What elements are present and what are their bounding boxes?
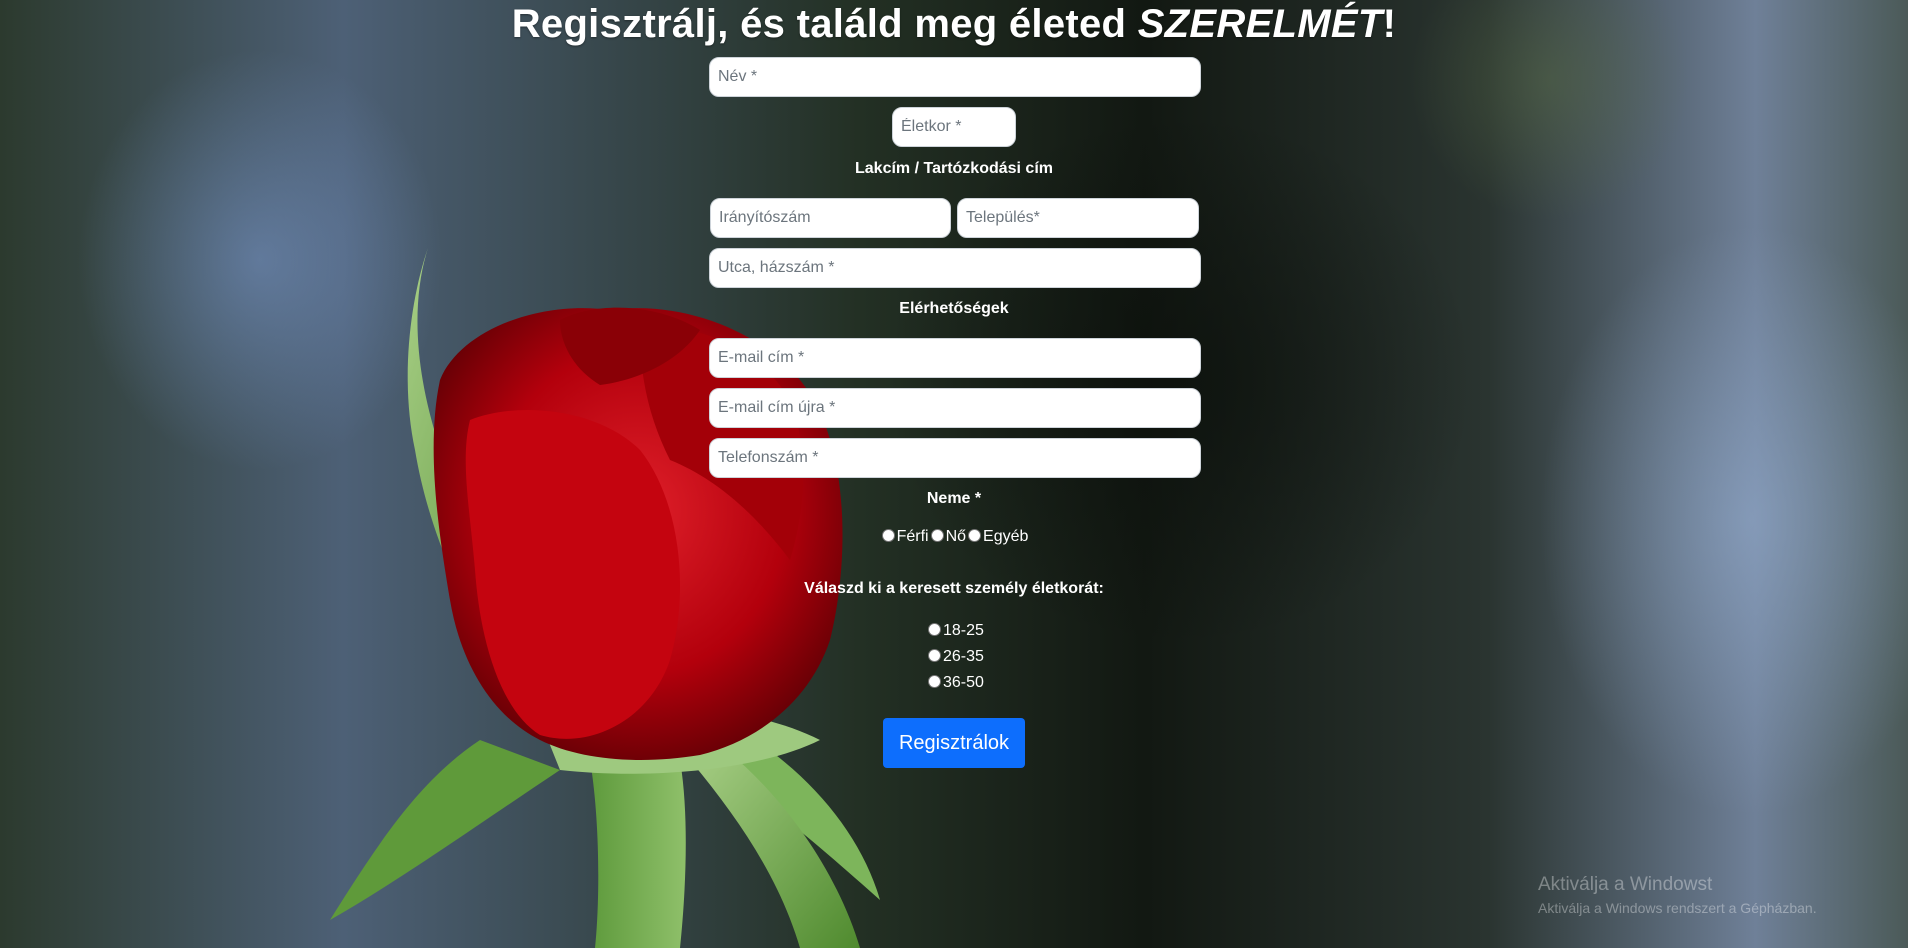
page-title: Regisztrálj, és találd meg életed SZEREL…: [0, 2, 1908, 47]
seek-age-option-label[interactable]: 36-50: [943, 674, 984, 691]
seek-age-item[interactable]: 18-25: [926, 618, 984, 644]
age-input[interactable]: [892, 107, 1016, 147]
gender-radio-male[interactable]: [881, 529, 895, 542]
seek-age-radio-group: 18-25 26-35 36-50: [926, 618, 984, 696]
gender-radio-other[interactable]: [968, 529, 982, 542]
street-input[interactable]: [709, 248, 1201, 288]
gender-option-female[interactable]: Nő: [946, 528, 966, 545]
seek-age-radio-26-35[interactable]: [928, 649, 941, 662]
phone-input[interactable]: [709, 438, 1201, 478]
contact-section-label: Elérhetőségek: [899, 300, 1009, 317]
register-button[interactable]: Regisztrálok: [883, 718, 1025, 768]
email-confirm-input[interactable]: [709, 388, 1201, 428]
email-input[interactable]: [709, 338, 1201, 378]
seek-age-radio-36-50[interactable]: [928, 675, 941, 688]
windows-activation-watermark: Aktiválja a Windowst Aktiválja a Windows…: [1538, 874, 1817, 916]
seek-age-item[interactable]: 36-50: [926, 670, 984, 696]
name-input[interactable]: [709, 57, 1201, 97]
seek-age-radio-18-25[interactable]: [928, 623, 941, 636]
seek-age-item[interactable]: 26-35: [926, 644, 984, 670]
zip-code-input[interactable]: [710, 198, 951, 238]
watermark-subtitle: Aktiválja a Windows rendszert a Gépházba…: [1538, 900, 1817, 916]
title-suffix: !: [1382, 2, 1397, 46]
gender-radio-group: Férfi Nő Egyéb: [0, 528, 1908, 546]
gender-label: Neme *: [926, 490, 982, 507]
gender-radio-female[interactable]: [930, 529, 944, 542]
seek-age-option-label[interactable]: 26-35: [943, 648, 984, 665]
seek-age-label: Válaszd ki a keresett személy életkorát:: [804, 580, 1104, 597]
city-input[interactable]: [957, 198, 1199, 238]
registration-page: Regisztrálj, és találd meg életed SZEREL…: [0, 0, 1908, 948]
address-section-label: Lakcím / Tartózkodási cím: [855, 160, 1053, 177]
watermark-title: Aktiválja a Windowst: [1538, 874, 1713, 895]
gender-option-other[interactable]: Egyéb: [983, 528, 1028, 545]
seek-age-option-label[interactable]: 18-25: [943, 622, 984, 639]
title-prefix: Regisztrálj, és találd meg életed: [511, 2, 1138, 46]
gender-option-male[interactable]: Férfi: [897, 528, 929, 545]
title-emphasis: SZERELMÉT: [1137, 2, 1383, 46]
